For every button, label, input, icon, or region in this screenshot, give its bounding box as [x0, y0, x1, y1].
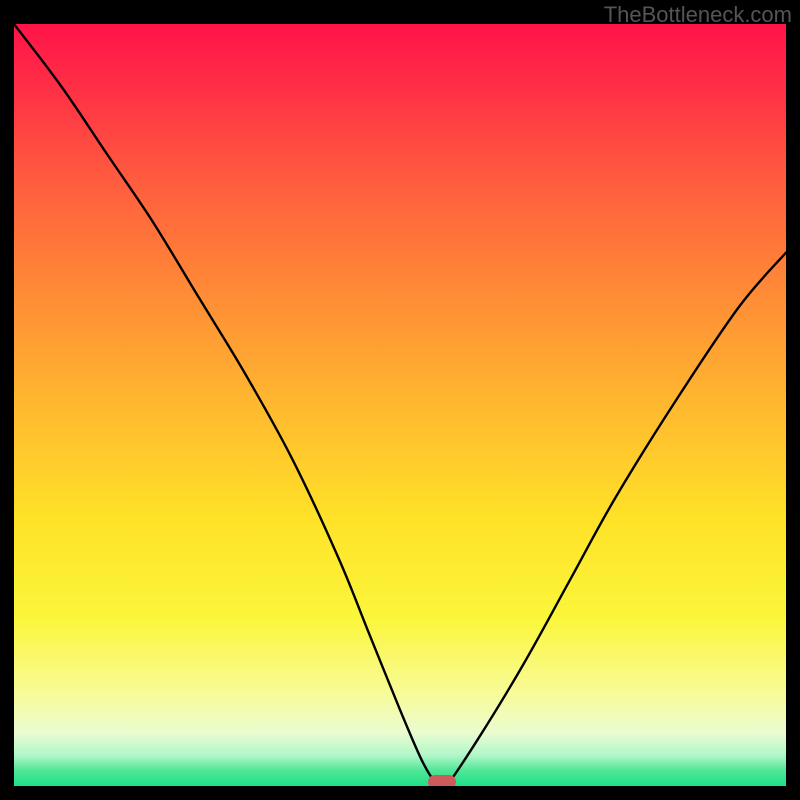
chart-line-svg [14, 24, 786, 786]
optimal-point-marker [428, 775, 456, 786]
watermark-text: TheBottleneck.com [604, 2, 792, 28]
chart-plot-area [14, 24, 786, 786]
bottleneck-curve-path [14, 24, 786, 786]
